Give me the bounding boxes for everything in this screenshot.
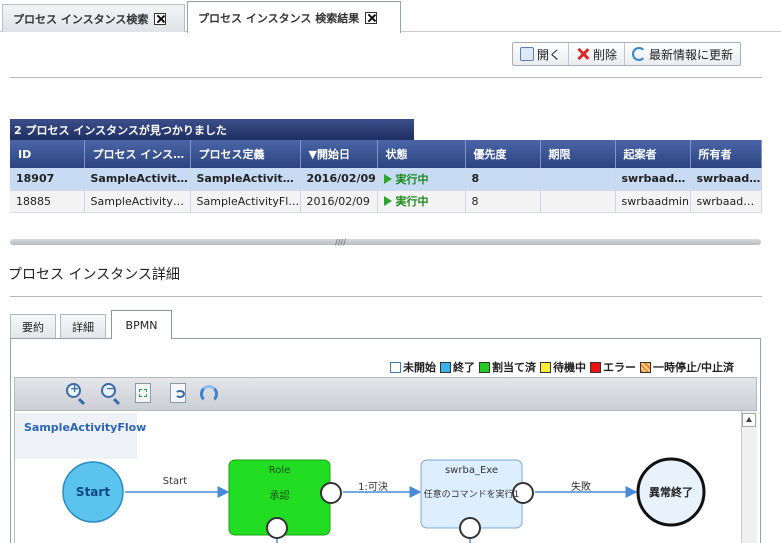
exe-task-subtitle: 任意のコマンドを実行1 [423,490,520,500]
bpmn-diagram [62,457,706,543]
vertical-scrollbar[interactable] [741,411,757,543]
role-task-title: Role [268,465,291,476]
edge-label-approve: 1:可決 [358,482,388,493]
role-task-subtitle: 承認 [269,491,290,502]
edge-label-fail: 失敗 [571,482,591,493]
exe-task-title: swrba_Exe [444,465,499,476]
tab-label: BPMN [125,318,158,332]
scroll-up-arrow-icon[interactable] [742,413,756,427]
exe-port-bottom[interactable] [459,517,481,539]
tab-bpmn[interactable]: BPMN [111,310,172,339]
start-event-label: Start [75,485,111,499]
edge-label-start: Start [162,476,188,487]
role-port-bottom[interactable] [266,517,288,539]
end-event-label: 異常終了 [649,486,693,499]
